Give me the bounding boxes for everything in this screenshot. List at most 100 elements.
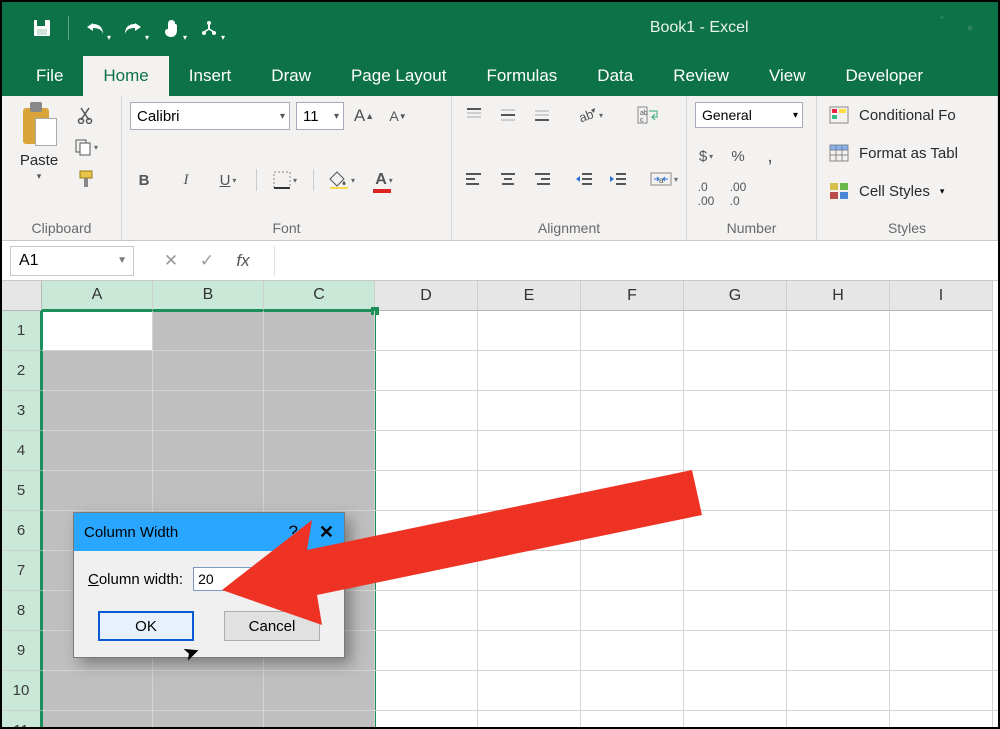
column-header-b[interactable]: B — [153, 281, 264, 311]
quick-access-toolbar: ▾ ▾ ▾ ▾ — [2, 2, 227, 54]
group-number: General▾ $▾ % , .0.00 .00.0 Number — [687, 96, 817, 240]
align-right-button[interactable] — [528, 166, 556, 192]
column-header-h[interactable]: H — [787, 281, 890, 311]
dialog-title-bar[interactable]: Column Width ? ✕ — [74, 513, 344, 551]
group-label-styles: Styles — [825, 216, 989, 238]
align-left-button[interactable] — [460, 166, 488, 192]
row-header-8[interactable]: 8 — [2, 591, 42, 631]
column-header-c[interactable]: C — [264, 281, 375, 311]
accept-formula-button[interactable]: ✓ — [190, 246, 224, 276]
increase-decimal-button[interactable]: .0.00 — [695, 183, 717, 205]
group-label-clipboard: Clipboard — [10, 216, 113, 238]
group-styles: Conditional Fo Format as Tabl Cell Style… — [817, 96, 998, 240]
align-middle-button[interactable] — [494, 102, 522, 128]
select-all-button[interactable] — [2, 281, 42, 311]
dialog-close-button[interactable]: ✕ — [319, 522, 334, 543]
wrap-text-button[interactable]: abc — [634, 102, 662, 128]
format-as-table-icon — [825, 140, 853, 166]
font-name-combo[interactable]: Calibri▾ — [130, 102, 290, 130]
orientation-button[interactable]: ab▾ — [576, 102, 604, 128]
conditional-formatting-button[interactable]: Conditional Fo — [859, 107, 956, 124]
active-cell[interactable] — [42, 311, 153, 351]
column-header-d[interactable]: D — [375, 281, 478, 311]
align-top-button[interactable] — [460, 102, 488, 128]
column-header-g[interactable]: G — [684, 281, 787, 311]
decrease-indent-button[interactable] — [570, 166, 598, 192]
formula-input[interactable] — [274, 246, 998, 276]
percent-format-button[interactable]: % — [727, 145, 749, 167]
font-name-value: Calibri — [137, 108, 180, 125]
row-header-7[interactable]: 7 — [2, 551, 42, 591]
tab-insert[interactable]: Insert — [169, 56, 252, 96]
column-header-e[interactable]: E — [478, 281, 581, 311]
number-format-value: General — [702, 107, 752, 123]
column-width-input[interactable] — [193, 567, 263, 591]
paste-button[interactable]: Paste ▾ — [10, 102, 68, 186]
tab-data[interactable]: Data — [577, 56, 653, 96]
svg-text:ab: ab — [577, 106, 595, 124]
cancel-formula-button[interactable]: ✕ — [154, 246, 188, 276]
format-painter-button[interactable] — [72, 166, 100, 192]
merge-center-button[interactable]: a▾ — [650, 166, 678, 192]
column-header-f[interactable]: F — [581, 281, 684, 311]
svg-text:ab: ab — [640, 110, 648, 117]
tab-file[interactable]: File — [16, 56, 83, 96]
insert-function-button[interactable]: fx — [226, 246, 260, 276]
bold-button[interactable]: B — [130, 167, 158, 193]
cut-button[interactable] — [72, 102, 100, 128]
increase-indent-button[interactable] — [604, 166, 632, 192]
tab-home[interactable]: Home — [83, 56, 168, 96]
row-header-1[interactable]: 1 — [2, 311, 42, 351]
tab-draw[interactable]: Draw — [251, 56, 331, 96]
accounting-format-button[interactable]: $▾ — [695, 145, 717, 167]
tab-formulas[interactable]: Formulas — [466, 56, 577, 96]
name-box[interactable]: A1 ▼ — [10, 246, 134, 276]
cancel-button[interactable]: Cancel — [224, 611, 320, 641]
tab-view[interactable]: View — [749, 56, 826, 96]
italic-button[interactable]: I — [172, 167, 200, 193]
conditional-formatting-icon — [825, 102, 853, 128]
underline-button[interactable]: U▾ — [214, 167, 242, 193]
column-header-a[interactable]: A — [42, 281, 153, 311]
increase-font-button[interactable]: A▲ — [350, 103, 378, 129]
number-format-combo[interactable]: General▾ — [695, 102, 803, 128]
decrease-decimal-button[interactable]: .00.0 — [727, 183, 749, 205]
qat-separator — [68, 16, 69, 40]
borders-button[interactable]: ▾ — [271, 167, 299, 193]
format-as-table-button[interactable]: Format as Tabl — [859, 145, 958, 162]
cell-styles-button[interactable]: Cell Styles — [859, 183, 930, 200]
tab-page-layout[interactable]: Page Layout — [331, 56, 466, 96]
comma-format-button[interactable]: , — [759, 145, 781, 167]
row-header-9[interactable]: 9 — [2, 631, 42, 671]
align-bottom-button[interactable] — [528, 102, 556, 128]
selection-fill-handle[interactable] — [371, 307, 379, 315]
customize-qat-button[interactable]: ▾ — [191, 10, 227, 46]
group-label-font: Font — [130, 216, 443, 238]
touch-mode-button[interactable]: ▾ — [153, 10, 189, 46]
decrease-font-button[interactable]: A▼ — [384, 103, 412, 129]
dialog-label: Column width: — [88, 571, 183, 588]
tab-developer[interactable]: Developer — [826, 56, 944, 96]
row-header-3[interactable]: 3 — [2, 391, 42, 431]
dialog-help-button[interactable]: ? — [289, 522, 298, 542]
redo-button[interactable]: ▾ — [115, 10, 151, 46]
row-header-4[interactable]: 4 — [2, 431, 42, 471]
row-header-10[interactable]: 10 — [2, 671, 42, 711]
ribbon-tabs: File Home Insert Draw Page Layout Formul… — [2, 54, 998, 96]
font-size-combo[interactable]: 11▾ — [296, 102, 344, 130]
tab-review[interactable]: Review — [653, 56, 749, 96]
worksheet-grid[interactable]: ABCDEFGHI 1234567891011 — [2, 281, 998, 727]
undo-button[interactable]: ▾ — [77, 10, 113, 46]
font-color-button[interactable]: A ▾ — [370, 167, 398, 193]
row-header-6[interactable]: 6 — [2, 511, 42, 551]
ok-button[interactable]: OK — [98, 611, 194, 641]
save-button[interactable] — [24, 10, 60, 46]
row-header-2[interactable]: 2 — [2, 351, 42, 391]
row-header-11[interactable]: 11 — [2, 711, 42, 727]
fill-color-button[interactable]: ▾ — [328, 167, 356, 193]
row-header-5[interactable]: 5 — [2, 471, 42, 511]
formula-bar: A1 ▼ ✕ ✓ fx — [2, 241, 998, 281]
copy-button[interactable]: ▾ — [72, 134, 100, 160]
align-center-button[interactable] — [494, 166, 522, 192]
column-header-i[interactable]: I — [890, 281, 993, 311]
